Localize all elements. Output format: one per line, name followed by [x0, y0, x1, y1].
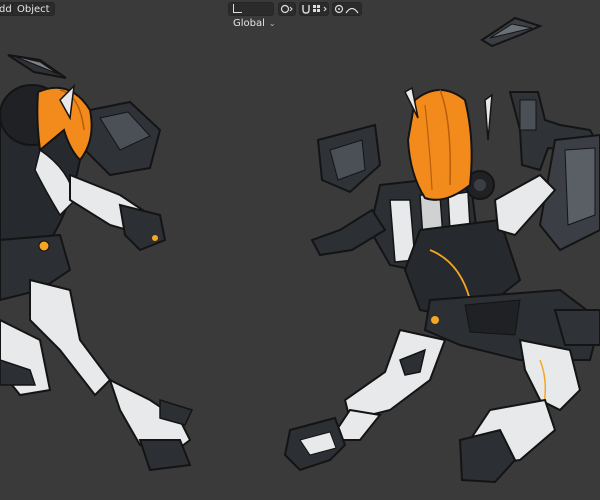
object-menu-button[interactable]: Object	[12, 2, 55, 16]
transform-orientation-dropdown[interactable]: Global ⌄	[228, 2, 276, 29]
proportional-editing-icon	[334, 4, 344, 14]
proportional-editing-group[interactable]	[332, 2, 362, 16]
orientation-label: Global	[233, 18, 265, 29]
snapping-group[interactable]	[299, 2, 329, 16]
transform-orientation-icon	[233, 4, 242, 13]
floating-drone-top-left	[7, 54, 67, 79]
pivot-point-button[interactable]	[278, 2, 296, 16]
snap-increment-icon	[313, 5, 320, 12]
3d-viewport[interactable]	[0, 0, 600, 500]
pivot-point-icon	[280, 4, 293, 14]
viewport-scene[interactable]	[0, 0, 600, 500]
chevron-down-icon: ⌄	[268, 19, 276, 28]
right-figure[interactable]	[283, 86, 600, 484]
floating-drone-top-right	[480, 16, 543, 48]
snap-magnet-icon	[302, 5, 310, 14]
left-figure[interactable]	[0, 83, 194, 472]
falloff-curve-icon	[345, 7, 359, 14]
viewport-header: dd Object Global ⌄	[0, 0, 600, 29]
